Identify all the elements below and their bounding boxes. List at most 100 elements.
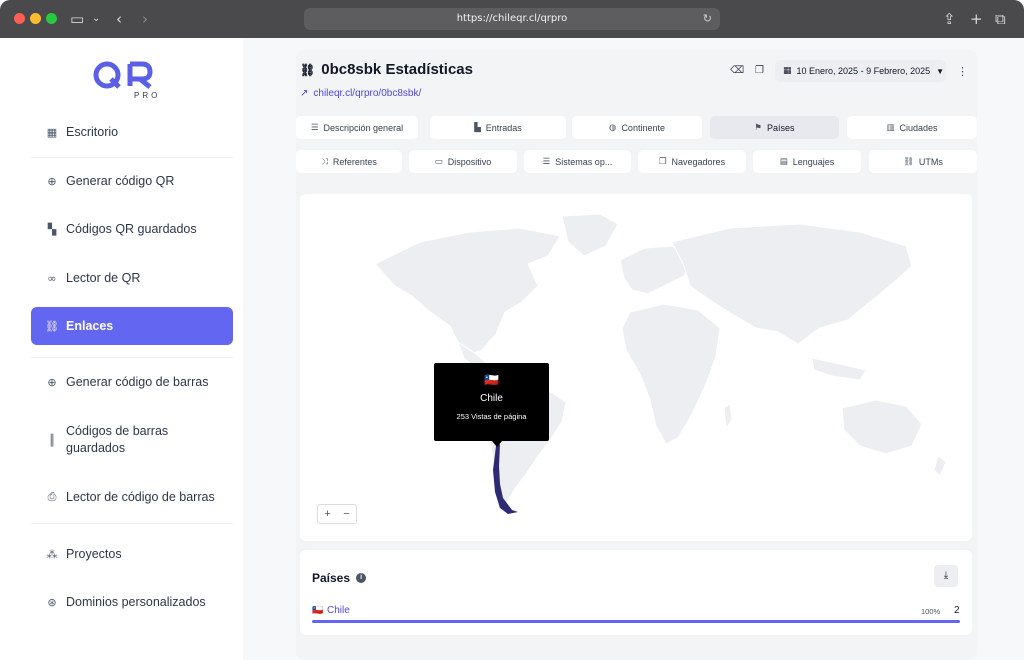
share-icon[interactable]: ⇪ [943,9,956,29]
tab-entradas[interactable]: ▙ Entradas [430,116,566,139]
eraser-icon[interactable]: ⌫ [730,65,744,76]
tab-utms[interactable]: ⛓ UTMs [869,150,977,173]
sidebar: PRO ▦ Escritorio ⊕ Generar código QR ▚ C… [0,38,243,660]
sidebar-item-label: Códigos de barras guardados [66,424,169,455]
sidebar-item-label: Lector de código de barras [66,490,215,504]
sidebar-item-label: Dominios personalizados [66,595,206,609]
globe-icon: ◍ [609,122,617,133]
info-icon[interactable]: i [356,573,367,583]
calendar-icon: ▦ [783,66,792,76]
more-options-icon[interactable]: ⋮ [957,65,968,78]
tab-sistemas-operativos[interactable]: ☰ Sistemas op... [524,150,631,173]
sidebar-item-codigos-barras-guardados[interactable]: ║ Códigos de barras guardados [31,420,233,460]
sidebar-item-escritorio[interactable]: ▦ Escritorio [31,113,233,151]
sidebar-item-lector-barras[interactable]: ⎙ Lector de código de barras [31,478,233,516]
tab-label: UTMs [918,156,943,167]
tab-referentes[interactable]: ⤨ Referentes [296,150,402,173]
flag-icon: ⚑ [754,122,763,133]
tab-label: Países [767,122,795,133]
forward-icon[interactable]: › [142,9,148,29]
divider [31,157,233,158]
city-icon: ▥ [886,122,895,133]
date-range-picker[interactable]: ▦ 10 Enero, 2025 - 9 Febrero, 2025 ▼ [775,60,946,82]
minimize-window-button[interactable] [30,13,41,24]
sidebar-item-label: Generar código QR [66,174,175,188]
tooltip-country: Chile [480,393,503,404]
url-text: https://chileqr.cl/qrpro [456,13,568,24]
sidebar-item-enlaces[interactable]: ⛓ Enlaces [31,307,233,345]
table-icon: ▦ [46,125,58,139]
project-icon: ⁂ [46,547,58,561]
tab-lenguajes[interactable]: ▤ Lenguajes [753,150,861,173]
country-percent: 100% [921,607,941,616]
new-tab-icon[interactable]: + [970,9,983,29]
map-region-australia [841,399,923,455]
download-button[interactable]: ⤓ [934,565,958,587]
sidebar-item-generar-qr[interactable]: ⊕ Generar código QR [31,162,233,200]
link-icon: ⛓ [45,319,59,333]
countries-title: Países i [312,571,367,585]
link-icon: ⛓ [903,156,914,167]
reload-icon[interactable]: ↻ [703,8,712,30]
zoom-out-button[interactable]: − [337,505,356,523]
short-link-text: chileqr.cl/qrpro/0bc8sbk/ [313,88,422,99]
sidebar-item-label: Proyectos [66,547,122,561]
chile-flag-icon: 🇨🇱 [312,605,324,615]
tab-label: Descripción general [323,122,404,133]
tab-paises[interactable]: ⚑ Países [710,116,839,139]
map-region-southeast-asia [811,357,867,381]
link-icon: ⛓ [300,62,316,77]
maximize-window-button[interactable] [46,13,57,24]
url-bar[interactable]: https://chileqr.cl/qrpro ↻ [304,8,720,30]
logo-sub-text: PRO [134,91,160,100]
tab-label: Lenguajes [792,156,835,167]
qrcode-icon: ▚ [47,222,57,236]
tab-label: Sistemas op... [555,156,613,167]
countries-card: Países i ⤓ 🇨🇱 Chile 100% 2 [300,550,972,635]
copy-icon[interactable]: ❐ [755,65,764,76]
sidebar-item-label: Escritorio [66,125,119,139]
browser-chrome: ▭ ⌄ ‹ › https://chileqr.cl/qrpro ↻ ⇪ + ⧉ [0,0,1024,38]
sidebar-item-dominios[interactable]: ⊛ Dominios personalizados [31,583,233,621]
sidebar-item-generar-barras[interactable]: ⊕ Generar código de barras [31,363,233,401]
glasses-icon: ∞ [47,271,57,285]
sidebar-item-label: Lector de QR [66,271,141,285]
tab-label: Navegadores [671,156,726,167]
chevron-down-icon[interactable]: ⌄ [92,9,100,29]
tab-navegadores[interactable]: ❐ Navegadores [638,150,746,173]
back-icon[interactable]: ‹ [116,9,122,29]
shuffle-icon: ⤨ [321,156,328,167]
globe-icon: ⊛ [47,595,57,609]
plus-circle-icon: ⊕ [47,375,57,389]
country-link[interactable]: Chile [327,605,350,616]
tooltip-views: 253 Vistas de página [456,412,527,421]
sidebar-item-codigos-qr-guardados[interactable]: ▚ Códigos QR guardados [31,210,233,248]
window-icon: ❐ [658,156,667,167]
caret-down-icon: ▼ [936,66,945,76]
tab-continente[interactable]: ◍ Continente [572,116,702,139]
tab-descripcion-general[interactable]: ☰ Descripción general [296,116,418,139]
tab-dispositivo[interactable]: ▭ Dispositivo [409,150,517,173]
close-window-button[interactable] [14,13,25,24]
sidebar-toggle-icon[interactable]: ▭ [70,9,84,29]
map-tooltip: 🇨🇱 Chile 253 Vistas de página [434,363,549,441]
map-region-madagascar [723,403,733,430]
tab-label: Entradas [485,122,522,133]
list-icon: ☰ [310,122,319,133]
divider [31,357,233,358]
map-region-greenland [561,213,619,257]
sidebar-item-lector-qr[interactable]: ∞ Lector de QR [31,259,233,297]
map-zoom-controls: + − [317,504,357,524]
country-count: 2 [954,605,960,616]
zoom-in-button[interactable]: + [318,505,337,523]
sidebar-item-proyectos[interactable]: ⁂ Proyectos [31,535,233,573]
tab-label: Dispositivo [447,156,492,167]
page-title-text: 0bc8sbk Estadísticas [321,61,473,78]
tab-ciudades[interactable]: ▥ Ciudades [847,116,977,139]
date-range-text: 10 Enero, 2025 - 9 Febrero, 2025 [796,66,931,76]
page-title: ⛓ 0bc8sbk Estadísticas [300,61,473,78]
main-content: ⛓ 0bc8sbk Estadísticas ↗ chileqr.cl/qrpr… [243,38,1024,660]
world-map-card [300,194,972,541]
tabs-overview-icon[interactable]: ⧉ [995,9,1006,29]
short-link[interactable]: ↗ chileqr.cl/qrpro/0bc8sbk/ [300,88,421,99]
